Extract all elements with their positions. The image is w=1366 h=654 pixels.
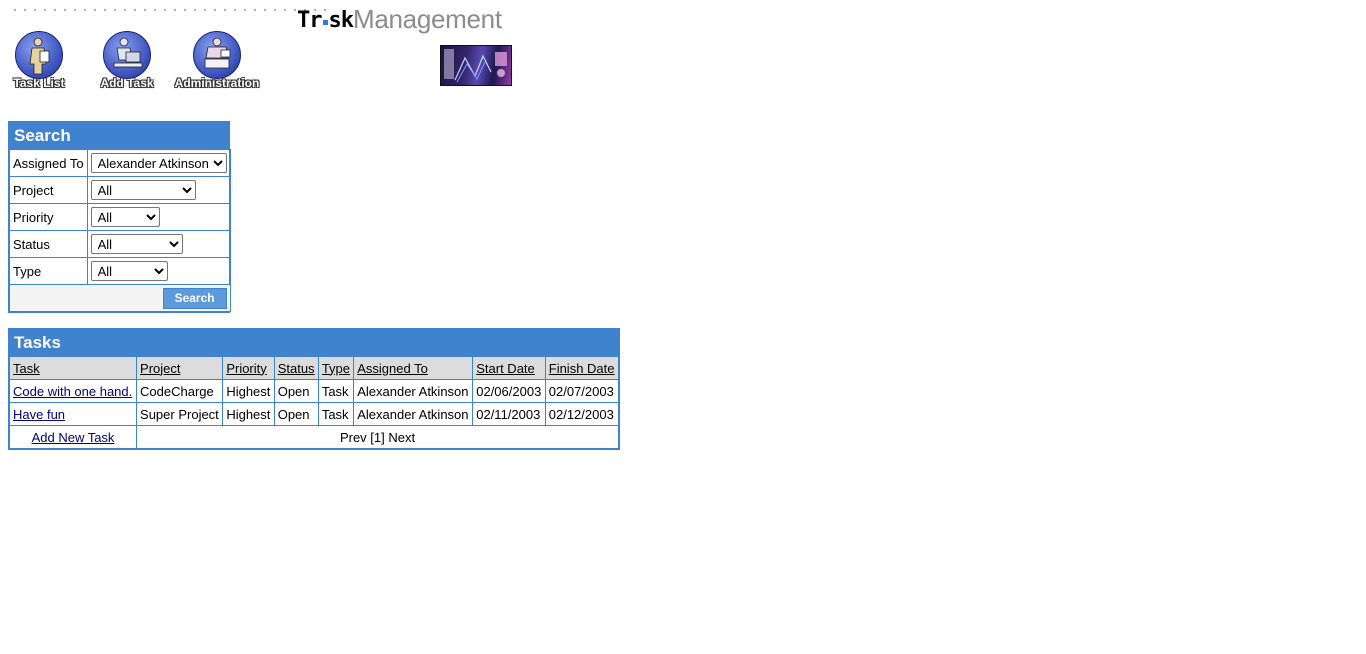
add-new-task-link[interactable]: Add New Task (32, 430, 115, 445)
task-link[interactable]: Code with one hand. (13, 384, 132, 399)
dotted-divider (10, 9, 330, 11)
column-header-task[interactable]: Task (8, 356, 138, 380)
project-cell: CodeCharge (136, 379, 224, 403)
type-label: Type (9, 257, 88, 285)
column-header-status[interactable]: Status (273, 356, 319, 380)
status-cell: Open (273, 402, 319, 426)
project-cell: Super Project (136, 402, 224, 426)
search-panel-title: Search (9, 122, 229, 149)
task-list-icon (15, 31, 63, 79)
column-header-project[interactable]: Project (136, 356, 224, 380)
column-header-start-date[interactable]: Start Date (472, 356, 546, 380)
task-link[interactable]: Have fun (13, 407, 65, 422)
nav-add-task[interactable]: Add Task (98, 31, 156, 90)
type-select[interactable]: All (90, 261, 168, 281)
column-header-type[interactable]: Type (317, 356, 355, 380)
tasks-header-row: Task Project Priority Status Type Assign… (8, 356, 620, 380)
nav-administration[interactable]: Administration (170, 31, 264, 90)
type-cell: Task (317, 379, 355, 403)
table-row: Code with one hand. CodeCharge Highest O… (8, 379, 620, 403)
status-label: Status (9, 230, 88, 258)
tasks-panel-title: Tasks (9, 329, 619, 356)
priority-label: Priority (9, 203, 88, 231)
start-date-cell: 02/11/2003 (472, 402, 546, 426)
project-select[interactable]: All (90, 180, 196, 200)
finish-date-cell: 02/07/2003 (544, 379, 620, 403)
tasks-footer-row: Add New Task Prev [1] Next (8, 425, 619, 449)
search-button[interactable]: Search (162, 287, 227, 309)
assigned-to-select[interactable]: Alexander Atkinson (90, 153, 227, 173)
search-panel: Search Assigned To Alexander Atkinson Pr… (8, 121, 231, 313)
priority-cell: Highest (222, 379, 275, 403)
finish-date-cell: 02/12/2003 (544, 402, 620, 426)
assigned-to-cell: Alexander Atkinson (353, 402, 474, 426)
type-cell: Task (317, 402, 355, 426)
column-header-finish-date[interactable]: Finish Date (544, 356, 620, 380)
tasks-table: Task Project Priority Status Type Assign… (8, 356, 620, 449)
column-header-priority[interactable]: Priority (222, 356, 275, 380)
pager[interactable]: Prev [1] Next (136, 425, 619, 449)
app-logo: Tr skManagement (297, 4, 502, 34)
priority-select[interactable]: All (90, 207, 160, 227)
table-row: Have fun Super Project Highest Open Task… (8, 402, 620, 426)
status-select[interactable]: All (90, 234, 183, 254)
header-image (440, 45, 512, 86)
assigned-to-label: Assigned To (9, 149, 88, 177)
tasks-panel: Tasks Task Project Priority Status Type … (8, 328, 620, 450)
assigned-to-cell: Alexander Atkinson (353, 379, 474, 403)
priority-cell: Highest (222, 402, 275, 426)
project-label: Project (9, 176, 88, 204)
start-date-cell: 02/06/2003 (472, 379, 546, 403)
status-cell: Open (273, 379, 319, 403)
add-task-icon (103, 31, 151, 79)
administration-icon (193, 31, 241, 79)
column-header-assigned-to[interactable]: Assigned To (353, 356, 474, 380)
nav-task-list[interactable]: Task List (10, 31, 68, 90)
